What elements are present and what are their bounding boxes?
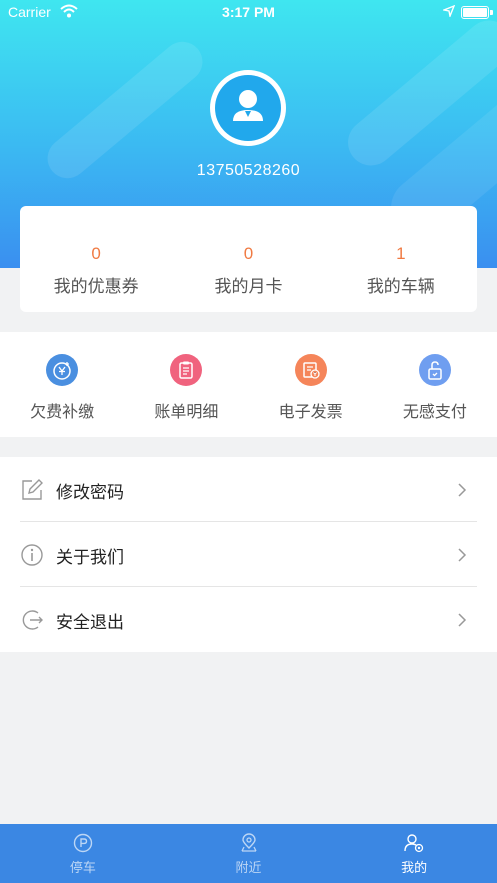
user-icon <box>233 90 263 121</box>
tab-label: 附近 <box>235 861 262 876</box>
yuan-coin-icon <box>46 354 79 386</box>
user-phone: 13750528260 <box>196 162 301 179</box>
user-settings-icon <box>404 833 424 853</box>
menu-label: 安全退出 <box>56 613 124 633</box>
stat-monthly-card[interactable]: 0 我的月卡 <box>172 206 324 312</box>
tab-nearby[interactable]: 附近 <box>166 824 332 883</box>
menu-change-password[interactable]: 修改密码 <box>0 457 497 522</box>
menu-label: 关于我们 <box>56 548 124 568</box>
tab-label: 我的 <box>401 861 428 876</box>
action-label: 无感支付 <box>402 402 467 421</box>
action-label: 账单明细 <box>154 402 219 421</box>
info-icon <box>20 543 44 567</box>
menu-label: 修改密码 <box>56 483 124 503</box>
stat-value: 1 <box>396 244 406 263</box>
chevron-right-icon <box>457 547 467 567</box>
action-label: 电子发票 <box>278 402 343 421</box>
menu-about-us[interactable]: 关于我们 <box>0 522 497 587</box>
stat-value: 0 <box>91 244 101 263</box>
action-e-invoice[interactable]: 电子发票 <box>249 332 373 437</box>
edit-icon <box>20 478 44 502</box>
avatar[interactable] <box>210 70 286 146</box>
logout-icon <box>20 608 44 632</box>
quick-actions: 欠费补缴 账单明细 电子发票 无感支付 <box>0 332 497 437</box>
clock: 3:17 PM <box>222 4 275 20</box>
stat-label: 我的月卡 <box>214 277 283 297</box>
parking-icon <box>73 833 93 853</box>
action-arrears-payment[interactable]: 欠费补缴 <box>0 332 124 437</box>
tab-label: 停车 <box>69 861 96 876</box>
action-label: 欠费补缴 <box>30 402 95 421</box>
unlock-icon <box>418 354 451 386</box>
status-bar: Carrier 3:17 PM <box>0 0 497 24</box>
bottom-tab-bar: 停车 附近 我的 <box>0 824 497 883</box>
stat-coupons[interactable]: 0 我的优惠券 <box>20 206 172 312</box>
action-contactless-pay[interactable]: 无感支付 <box>373 332 497 437</box>
tab-parking[interactable]: 停车 <box>0 824 166 883</box>
chevron-right-icon <box>457 612 467 632</box>
chevron-right-icon <box>457 482 467 502</box>
invoice-icon <box>294 354 327 386</box>
location-arrow-icon <box>441 4 456 21</box>
stat-value: 0 <box>243 244 254 263</box>
settings-menu: 修改密码 关于我们 安全退出 <box>0 457 497 652</box>
battery-icon <box>461 6 493 19</box>
menu-logout[interactable]: 安全退出 <box>0 587 497 652</box>
tab-mine[interactable]: 我的 <box>331 824 497 883</box>
stats-card: 0 我的优惠券 0 我的月卡 1 我的车辆 <box>20 206 477 312</box>
stat-label: 我的优惠券 <box>53 277 139 297</box>
action-bill-details[interactable]: 账单明细 <box>124 332 248 437</box>
stat-vehicles[interactable]: 1 我的车辆 <box>325 206 477 312</box>
stat-label: 我的车辆 <box>366 277 435 297</box>
clipboard-icon <box>170 354 203 386</box>
location-icon <box>239 833 259 853</box>
